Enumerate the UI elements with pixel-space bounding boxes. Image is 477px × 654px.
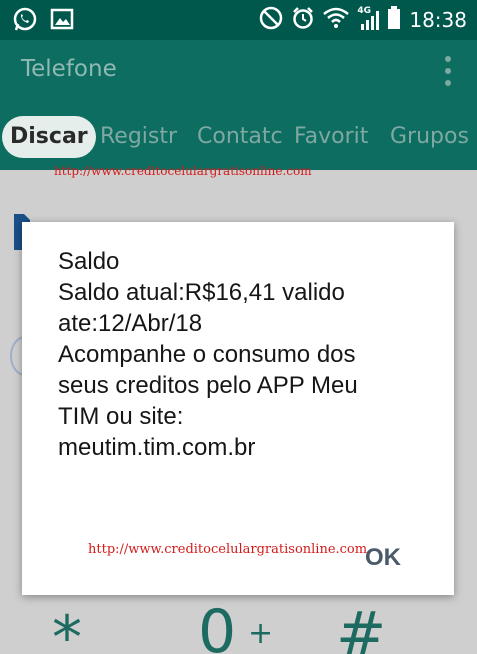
dialog-line: Saldo	[58, 248, 120, 275]
key-plus: +	[248, 616, 274, 651]
dialog-message: Saldo Saldo atual:R$16,41 valido ate:12/…	[58, 246, 438, 463]
system-icons: 4G 18:38	[259, 6, 467, 34]
tab-grupos[interactable]: Grupos	[390, 116, 469, 158]
overflow-menu-icon[interactable]	[443, 54, 453, 88]
tab-registros[interactable]: Registr	[100, 116, 177, 158]
ok-button[interactable]: OK	[360, 540, 406, 576]
wifi-icon	[323, 7, 350, 33]
tab-favoritos[interactable]: Favorit	[294, 116, 368, 158]
tab-contatos[interactable]: Contatc	[197, 116, 283, 158]
dialog-watermark-text: http://www.creditocelulargratisonline.co…	[88, 542, 368, 557]
notification-icons	[12, 6, 74, 36]
clock: 18:38	[409, 8, 467, 32]
gallery-icon	[50, 6, 74, 36]
key-zero[interactable]: 0	[198, 602, 236, 654]
key-star[interactable]: *	[52, 608, 82, 654]
status-bar: 4G 18:38	[0, 0, 477, 40]
do-not-disturb-icon	[259, 6, 283, 34]
dialog-line: seus creditos pelo APP Meu	[58, 372, 358, 399]
dialog-line: TIM ou site:	[58, 403, 184, 430]
alarm-icon	[291, 6, 315, 34]
dialog-line: ate:12/Abr/18	[58, 310, 203, 337]
signal-icon: 4G	[357, 6, 380, 32]
balance-dialog: Saldo Saldo atual:R$16,41 valido ate:12/…	[22, 222, 454, 595]
dial-keypad: * 0 + #	[0, 596, 477, 654]
watermark-text: http://www.creditocelulargratisonline.co…	[54, 164, 312, 178]
app-title: Telefone	[21, 56, 117, 82]
whatsapp-icon	[12, 6, 38, 36]
dialog-line: Saldo atual:R$16,41 valido	[58, 279, 345, 306]
battery-icon	[387, 6, 401, 34]
app-toolbar: Telefone	[0, 40, 477, 104]
tab-bar: Discar Registr Contatc Favorit Grupos	[0, 104, 477, 170]
dialog-line: meutim.tim.com.br	[58, 434, 256, 461]
dialog-line: Acompanhe o consumo dos	[58, 341, 356, 368]
tab-discar[interactable]: Discar	[2, 116, 96, 158]
key-hash[interactable]: #	[336, 604, 386, 654]
